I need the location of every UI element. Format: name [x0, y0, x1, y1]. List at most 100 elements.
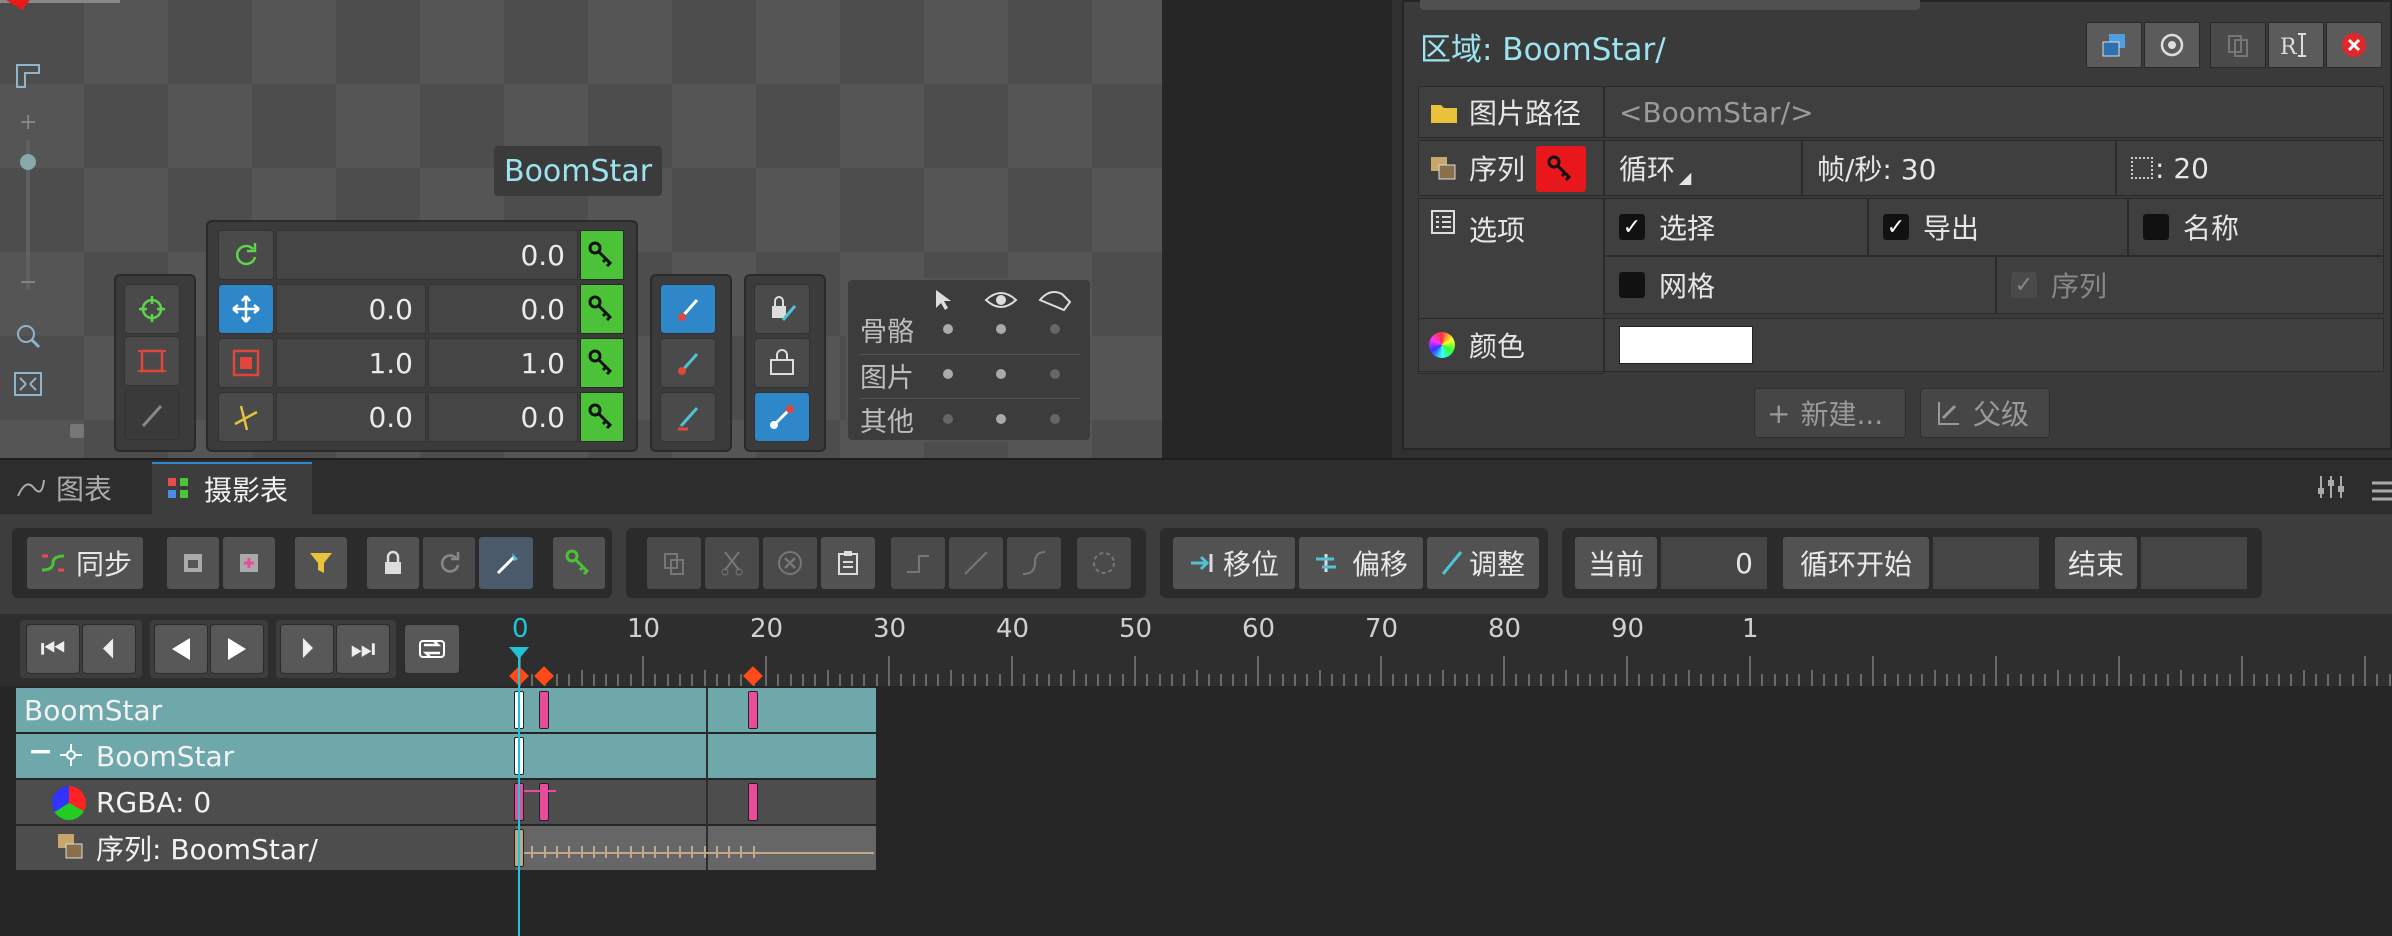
frame-count-field[interactable]: : 20	[2116, 140, 2384, 196]
delete-button[interactable]	[2326, 22, 2382, 68]
cut-button[interactable]	[704, 536, 760, 590]
copy-keys-button[interactable]	[166, 536, 220, 590]
bounds-tool-button[interactable]	[124, 336, 180, 386]
keyframe[interactable]	[747, 783, 758, 821]
bezier-curve-button[interactable]	[1006, 536, 1062, 590]
sequence-checkbox[interactable]: ✓ 序列	[1996, 256, 2384, 314]
adjust-button[interactable]: 调整	[1426, 536, 1540, 590]
keyframe[interactable]	[538, 691, 549, 729]
translate-x-value[interactable]: 0.0	[276, 284, 426, 334]
last-frame-button[interactable]: ⏭	[336, 624, 390, 674]
rotate-key-button[interactable]	[580, 230, 624, 280]
offset-button[interactable]: 偏移	[1298, 536, 1424, 590]
tab-dopesheet[interactable]: 摄影表	[152, 462, 312, 514]
playhead-line[interactable]	[518, 648, 520, 936]
copy-button[interactable]	[2210, 22, 2266, 68]
prev-key-button[interactable]: ⏴	[82, 624, 136, 674]
lock-bones-button[interactable]	[754, 284, 810, 334]
lock-icon[interactable]	[70, 424, 84, 438]
next-key-button[interactable]: ⏵	[280, 624, 334, 674]
scale-key-button[interactable]	[580, 338, 624, 388]
first-frame-button[interactable]: ⏮	[26, 624, 80, 674]
shear-button[interactable]	[218, 392, 274, 442]
parent-axes-button[interactable]	[660, 338, 716, 388]
keyframe[interactable]	[747, 691, 758, 729]
vis-bones-select[interactable]	[943, 324, 953, 334]
translate-button[interactable]	[218, 284, 274, 334]
vis-images-names[interactable]	[1050, 369, 1060, 379]
world-axes-button[interactable]	[660, 392, 716, 442]
rename-button[interactable]: R	[2268, 22, 2324, 68]
scale-x-value[interactable]: 1.0	[276, 338, 426, 388]
checkbox-select[interactable]: ✓	[1619, 214, 1645, 240]
scale-y-value[interactable]: 1.0	[428, 338, 578, 388]
track-skeleton[interactable]	[516, 688, 876, 732]
stepped-curve-button[interactable]	[890, 536, 946, 590]
select-checkbox[interactable]: ✓ 选择	[1604, 198, 1868, 256]
ruler-icon[interactable]	[10, 58, 46, 94]
row-label-color[interactable]: RGBA: 0	[96, 780, 211, 824]
delete-keys-button[interactable]	[762, 536, 818, 590]
create-tool-button[interactable]	[124, 390, 180, 440]
vis-images-visible[interactable]	[996, 369, 1006, 379]
vis-other-visible[interactable]	[996, 414, 1006, 424]
current-frame-input[interactable]: 0	[1660, 536, 1768, 590]
row-label-sequence[interactable]: 序列: BoomStar/	[96, 826, 318, 870]
zoom-icon[interactable]	[10, 318, 46, 354]
export-checkbox[interactable]: ✓ 导出	[1868, 198, 2128, 256]
filter-settings-icon[interactable]	[2316, 474, 2346, 507]
checkbox-export[interactable]: ✓	[1883, 214, 1909, 240]
shear-key-button[interactable]	[580, 392, 624, 442]
loop-start-input[interactable]	[1932, 536, 2040, 590]
duplicate-button[interactable]	[2086, 22, 2142, 68]
scale-button[interactable]	[218, 338, 274, 388]
loop-playback-button[interactable]	[404, 624, 460, 674]
pose-tool-button[interactable]	[124, 284, 180, 334]
fps-field[interactable]: 帧/秒: 30	[1802, 140, 2116, 196]
color-swatch[interactable]	[1619, 326, 1753, 364]
zoom-out-icon[interactable]: −	[19, 270, 37, 295]
grid-checkbox[interactable]: 网格	[1604, 256, 1996, 314]
linear-curve-button[interactable]	[948, 536, 1004, 590]
fit-view-icon[interactable]	[10, 366, 46, 402]
loop-keys-button[interactable]	[422, 536, 476, 590]
menu-icon[interactable]	[2372, 476, 2392, 509]
sync-button[interactable]: 同步	[26, 536, 144, 590]
shear-x-value[interactable]: 0.0	[276, 392, 426, 442]
play-button[interactable]	[210, 624, 264, 674]
name-checkbox[interactable]: 名称	[2128, 198, 2384, 256]
vis-other-select[interactable]	[943, 414, 953, 424]
key-all-button[interactable]	[552, 536, 606, 590]
track-sequence[interactable]	[516, 826, 876, 870]
loop-mode-dropdown[interactable]: 循环 ◢	[1604, 140, 1802, 196]
rotate-button[interactable]	[218, 230, 274, 280]
row-label-slot[interactable]: BoomStar	[96, 734, 234, 778]
tab-graph[interactable]: 图表	[2, 462, 152, 514]
track-color[interactable]	[516, 780, 876, 824]
bone-tool-button[interactable]	[754, 392, 810, 442]
sequence-key-button[interactable]	[1536, 146, 1586, 192]
zoom-in-icon[interactable]: +	[19, 110, 37, 135]
set-parent-button[interactable]	[2144, 22, 2200, 68]
play-reverse-button[interactable]	[154, 624, 208, 674]
vis-bones-names[interactable]	[1050, 324, 1060, 334]
local-axes-button[interactable]	[660, 284, 716, 334]
vis-bones-visible[interactable]	[996, 324, 1006, 334]
playhead-icon[interactable]	[508, 646, 530, 660]
collapse-icon[interactable]: −	[28, 734, 53, 769]
vis-images-select[interactable]	[943, 369, 953, 379]
end-frame-input[interactable]	[2140, 536, 2248, 590]
row-label-skeleton[interactable]: BoomStar	[24, 688, 162, 732]
keyframe[interactable]	[538, 783, 549, 821]
paste-button[interactable]	[820, 536, 876, 590]
paste-keys-button[interactable]	[222, 536, 276, 590]
vis-other-names[interactable]	[1050, 414, 1060, 424]
translate-key-button[interactable]	[580, 284, 624, 334]
move-button[interactable]: 移位	[1172, 536, 1296, 590]
path-input[interactable]: <BoomStar/>	[1604, 86, 2384, 138]
checkbox-sequence[interactable]: ✓	[2011, 272, 2037, 298]
parent-button[interactable]: 父级	[1920, 388, 2050, 438]
checkbox-name[interactable]	[2143, 214, 2169, 240]
copy-disabled-button[interactable]	[646, 536, 702, 590]
rotate-value[interactable]: 0.0	[276, 230, 578, 280]
